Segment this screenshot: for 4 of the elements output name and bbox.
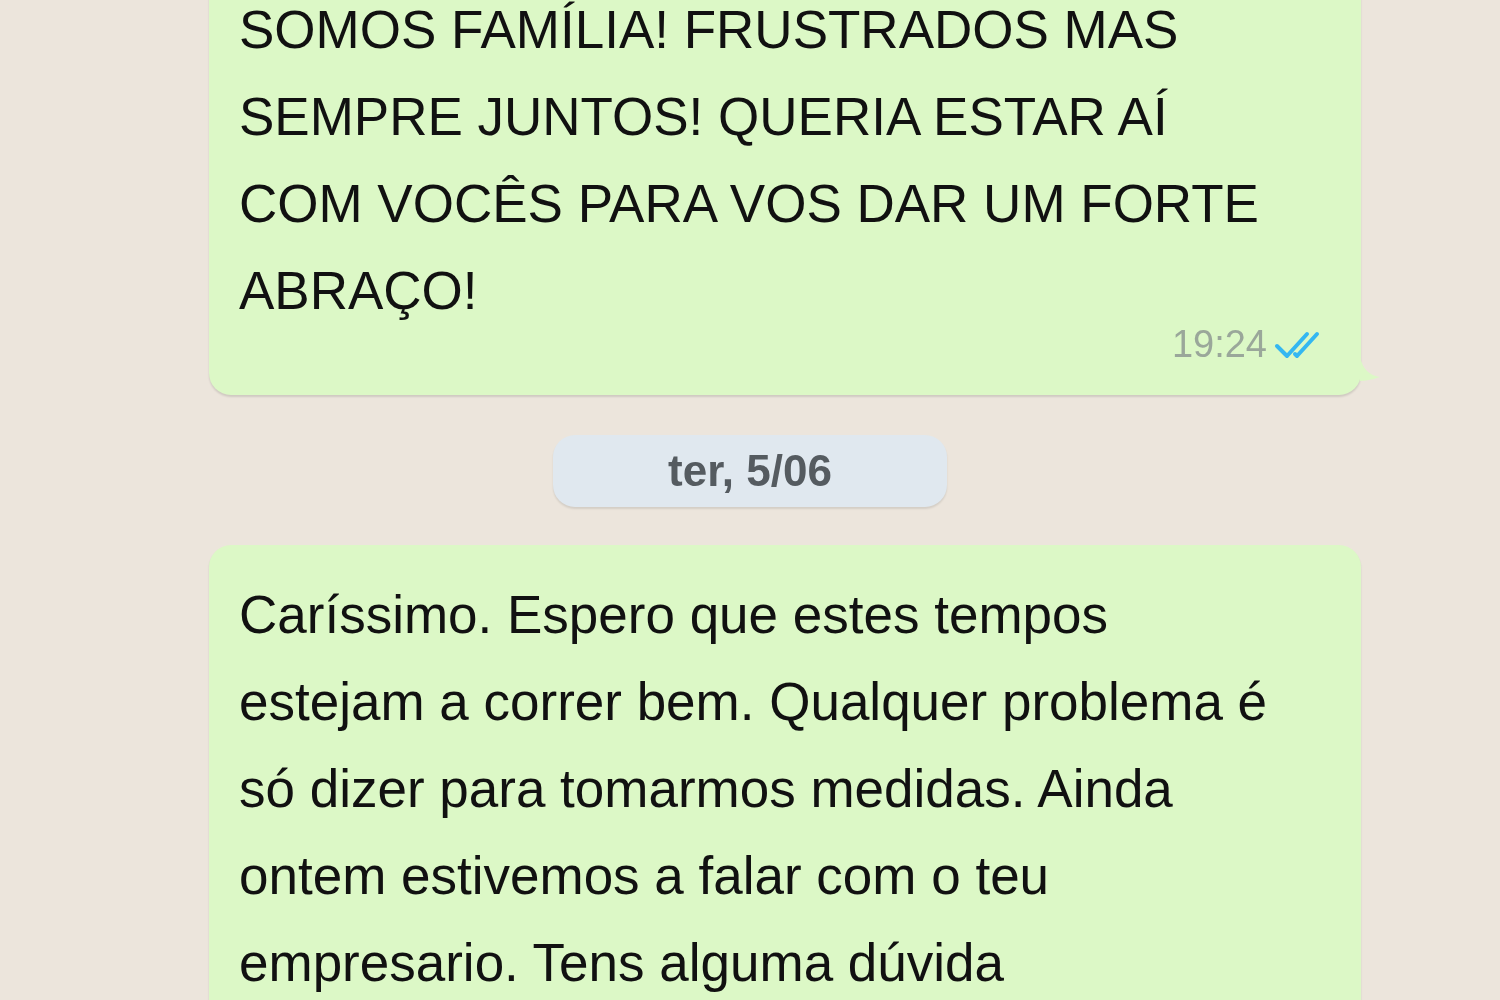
message-text: Caríssimo. Espero que estes tempos estejam a correr bem. Qualquer problema é só dizer para tomarmos medidas. Ainda ontem estivemos a falar com o teu empresario. Tens alguma dúvida (239, 584, 1269, 994)
message-time: 19:24 (1171, 322, 1267, 367)
message-text: SOMOS FAMÍLIA! FRUSTRADOS MAS SEMPRE JUNTOS! QUERIA ESTAR AÍ COM VOCÊS PARA VOS DAR UM FORTE ABRAÇO! (239, 0, 1260, 322)
date-label: ter, 5/06 (553, 435, 947, 507)
